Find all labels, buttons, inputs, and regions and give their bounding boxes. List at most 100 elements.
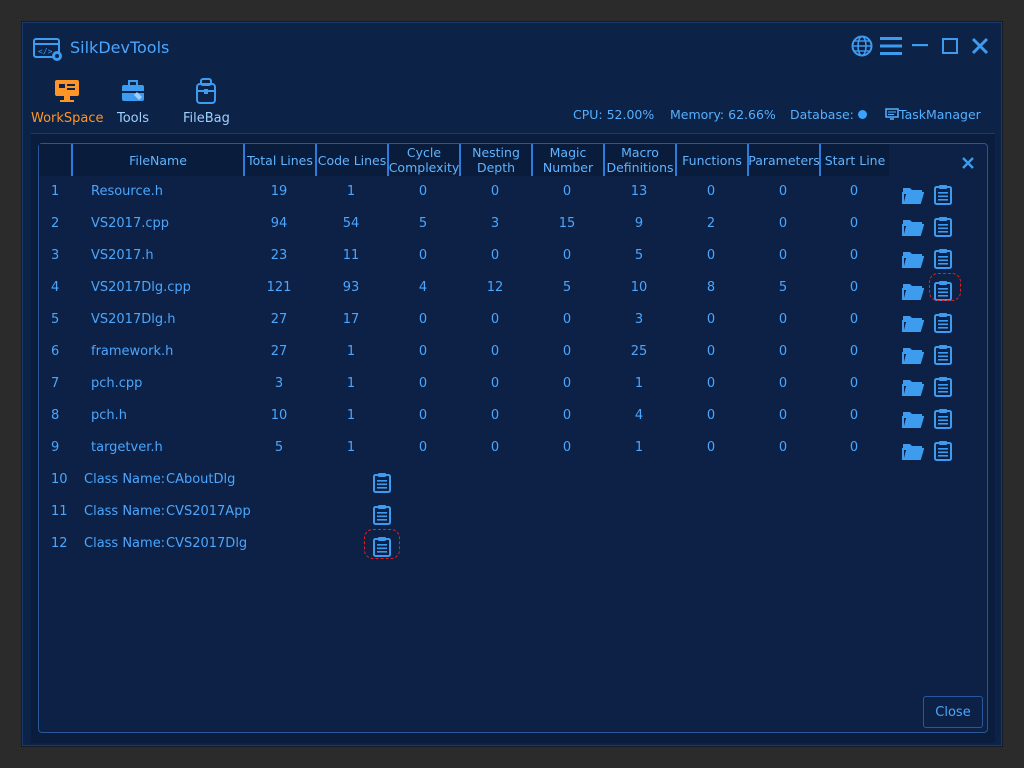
open-folder-icon[interactable] bbox=[902, 439, 924, 461]
cell-index: 4 bbox=[51, 280, 60, 295]
cell-cycle-complexity: 0 bbox=[418, 184, 428, 199]
clipboard-icon[interactable] bbox=[932, 375, 954, 397]
minimize-icon[interactable] bbox=[907, 33, 933, 59]
clipboard-icon[interactable] bbox=[932, 215, 954, 237]
cell-index: 5 bbox=[51, 312, 60, 327]
nav-filebag-label: FileBag bbox=[183, 111, 230, 126]
cell-total-lines: 27 bbox=[270, 344, 288, 359]
cell-index: 1 bbox=[51, 184, 60, 199]
cell-functions: 0 bbox=[706, 312, 716, 327]
table-row: 7 pch.cpp 3 1 0 0 0 1 0 0 0 bbox=[39, 368, 979, 400]
clipboard-icon[interactable] bbox=[371, 535, 393, 557]
table-header: FileName Total Lines Code Lines Cycle Compl… bbox=[39, 144, 889, 176]
clipboard-icon[interactable] bbox=[371, 471, 393, 493]
task-manager-link[interactable]: TaskManager bbox=[885, 107, 981, 122]
cell-magic-number: 0 bbox=[562, 440, 572, 455]
app-logo-icon: </> bbox=[33, 36, 63, 62]
cell-start-line: 0 bbox=[849, 376, 859, 391]
cell-cycle-complexity: 0 bbox=[418, 344, 428, 359]
cell-start-line: 0 bbox=[849, 280, 859, 295]
column-header-macro-definitions: Macro Definitions bbox=[603, 144, 675, 176]
cell-code-lines: 11 bbox=[342, 248, 360, 263]
clipboard-icon[interactable] bbox=[932, 439, 954, 461]
column-header-start-line: Start Line bbox=[819, 144, 889, 176]
table-row: 9 targetver.h 5 1 0 0 0 1 0 0 0 bbox=[39, 432, 979, 464]
cell-start-line: 0 bbox=[849, 408, 859, 423]
clipboard-icon[interactable] bbox=[932, 183, 954, 205]
cell-magic-number: 0 bbox=[562, 184, 572, 199]
clipboard-icon[interactable] bbox=[932, 311, 954, 333]
cell-magic-number: 0 bbox=[562, 248, 572, 263]
class-row: 11 Class Name: CVS2017App bbox=[39, 496, 979, 528]
open-folder-icon[interactable] bbox=[902, 407, 924, 429]
table-row: 2 VS2017.cpp 94 54 5 3 15 9 2 0 0 bbox=[39, 208, 979, 240]
dialog-close-icon[interactable] bbox=[959, 154, 977, 172]
cell-start-line: 0 bbox=[849, 344, 859, 359]
cell-index: 9 bbox=[51, 440, 60, 455]
globe-icon[interactable] bbox=[849, 33, 875, 59]
cell-parameters: 0 bbox=[778, 440, 788, 455]
open-folder-icon[interactable] bbox=[902, 343, 924, 365]
monitor-icon bbox=[53, 77, 81, 105]
cell-macro-definitions: 4 bbox=[634, 408, 644, 423]
cell-total-lines: 27 bbox=[270, 312, 288, 327]
clipboard-icon[interactable] bbox=[932, 279, 954, 301]
cell-parameters: 0 bbox=[778, 312, 788, 327]
cell-index: 8 bbox=[51, 408, 60, 423]
cell-macro-definitions: 13 bbox=[630, 184, 648, 199]
class-name: CVS2017App bbox=[166, 504, 251, 519]
memory-usage: Memory: 62.66% bbox=[670, 107, 776, 122]
cell-cycle-complexity: 0 bbox=[418, 440, 428, 455]
cell-start-line: 0 bbox=[849, 184, 859, 199]
cell-nesting-depth: 0 bbox=[490, 312, 500, 327]
cell-parameters: 5 bbox=[778, 280, 788, 295]
cell-index: 2 bbox=[51, 216, 60, 231]
clipboard-icon[interactable] bbox=[932, 247, 954, 269]
open-folder-icon[interactable] bbox=[902, 279, 924, 301]
maximize-icon[interactable] bbox=[937, 33, 963, 59]
open-folder-icon[interactable] bbox=[902, 183, 924, 205]
column-header-filename: FileName bbox=[71, 144, 243, 176]
clipboard-icon[interactable] bbox=[371, 503, 393, 525]
nav-tools-label: Tools bbox=[117, 111, 150, 126]
menu-icon[interactable] bbox=[878, 33, 904, 59]
cell-nesting-depth: 0 bbox=[490, 376, 500, 391]
task-manager-label: TaskManager bbox=[899, 107, 981, 122]
cell-cycle-complexity: 0 bbox=[418, 248, 428, 263]
cell-cycle-complexity: 0 bbox=[418, 408, 428, 423]
cell-magic-number: 0 bbox=[562, 376, 572, 391]
app-window: </> SilkDevTools WorkSpace Tools FileBag… bbox=[22, 22, 1002, 746]
cell-index: 11 bbox=[51, 504, 68, 519]
svg-text:</>: </> bbox=[38, 47, 53, 56]
close-button[interactable]: Close bbox=[923, 696, 983, 728]
open-folder-icon[interactable] bbox=[902, 311, 924, 333]
clipboard-icon[interactable] bbox=[932, 407, 954, 429]
cell-functions: 0 bbox=[706, 408, 716, 423]
cell-cycle-complexity: 0 bbox=[418, 376, 428, 391]
table-row: 1 Resource.h 19 1 0 0 0 13 0 0 0 bbox=[39, 176, 979, 208]
nav-workspace[interactable]: WorkSpace bbox=[31, 77, 104, 126]
cell-index: 3 bbox=[51, 248, 60, 263]
nav-tools[interactable]: Tools bbox=[117, 77, 149, 126]
app-title: SilkDevTools bbox=[70, 38, 170, 57]
column-header-code-lines: Code Lines bbox=[315, 144, 387, 176]
nav-filebag[interactable]: FileBag bbox=[183, 77, 230, 126]
cell-functions: 8 bbox=[706, 280, 716, 295]
cell-filename: framework.h bbox=[91, 344, 174, 359]
close-window-icon[interactable] bbox=[967, 33, 993, 59]
cell-parameters: 0 bbox=[778, 216, 788, 231]
cell-code-lines: 17 bbox=[342, 312, 360, 327]
cell-macro-definitions: 1 bbox=[634, 440, 644, 455]
open-folder-icon[interactable] bbox=[902, 375, 924, 397]
cell-total-lines: 94 bbox=[270, 216, 288, 231]
table-row: 5 VS2017Dlg.h 27 17 0 0 0 3 0 0 0 bbox=[39, 304, 979, 336]
open-folder-icon[interactable] bbox=[902, 247, 924, 269]
class-name: CVS2017Dlg bbox=[166, 536, 248, 551]
clipboard-icon[interactable] bbox=[932, 343, 954, 365]
cpu-usage: CPU: 52.00% bbox=[573, 107, 655, 122]
cell-filename: VS2017.h bbox=[91, 248, 154, 263]
column-header-nesting-depth: Nesting Depth bbox=[459, 144, 531, 176]
open-folder-icon[interactable] bbox=[902, 215, 924, 237]
column-header-cycle-complexity: Cycle Complexity bbox=[387, 144, 460, 176]
cell-total-lines: 19 bbox=[270, 184, 288, 199]
